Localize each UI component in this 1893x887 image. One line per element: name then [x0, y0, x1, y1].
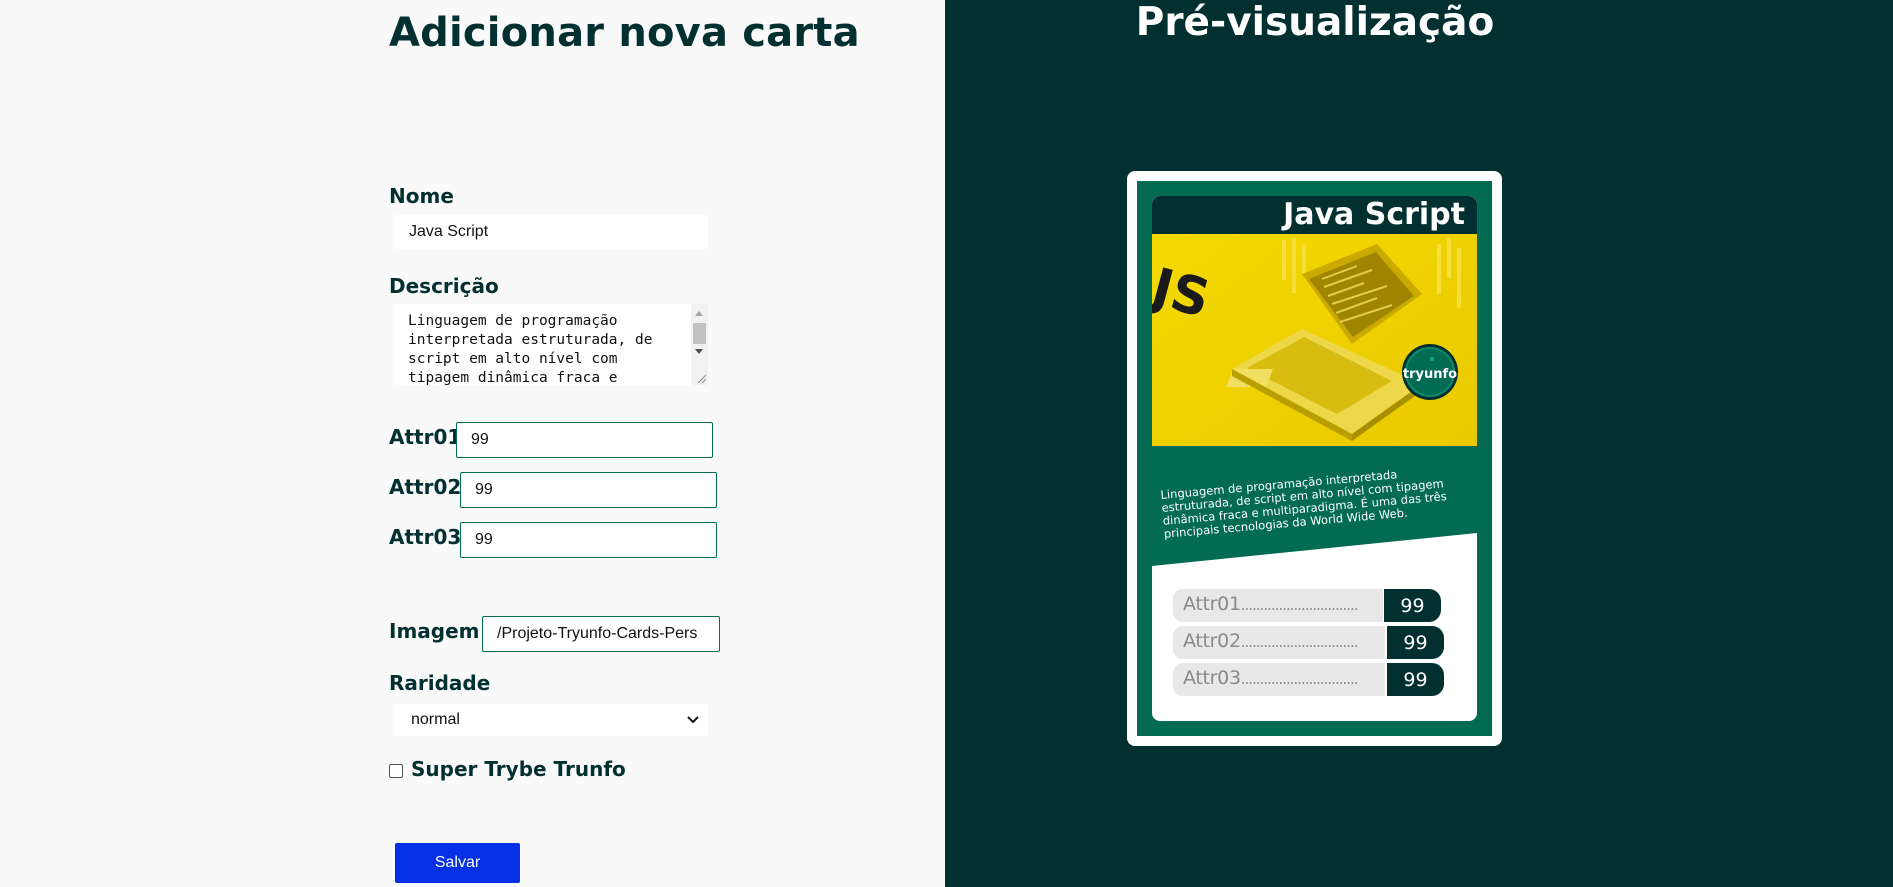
card-attr-dots: ...............................: [1240, 670, 1359, 688]
rarity-select[interactable]: normal: [395, 704, 708, 736]
rarity-selected-value: normal: [411, 711, 460, 728]
image-input[interactable]: [482, 616, 720, 652]
card-preview: Java Script JS tryunfo Linguagem de prog…: [1127, 171, 1502, 746]
card-attr-value: 99: [1387, 626, 1444, 659]
name-label: Nome: [389, 184, 454, 208]
tryunfo-badge: tryunfo: [1403, 367, 1457, 382]
rarity-label: Raridade: [389, 671, 491, 695]
attr2-label: Attr02: [389, 475, 462, 499]
attr2-input[interactable]: [460, 472, 717, 508]
card-frame: Java Script JS tryunfo Linguagem de prog…: [1137, 181, 1492, 736]
preview-title: Pré-visualização: [1135, 0, 1495, 45]
card-name: Java Script: [1283, 197, 1465, 232]
card-body: Java Script JS tryunfo Linguagem de prog…: [1152, 196, 1477, 721]
card-attr-dots: ...............................: [1240, 596, 1359, 614]
save-button[interactable]: Salvar: [395, 843, 520, 883]
card-image: JS tryunfo: [1152, 234, 1477, 481]
card-attr-row: Attr01............................... 99: [1173, 589, 1441, 622]
description-text: Linguagem de programação interpretada es…: [408, 313, 653, 385]
card-attr-dots: ...............................: [1240, 633, 1359, 651]
card-attr-row: Attr03............................... 99: [1173, 663, 1444, 696]
super-trunfo-checkbox[interactable]: [389, 764, 403, 778]
attr1-input[interactable]: [456, 422, 713, 458]
attr3-input[interactable]: [460, 522, 717, 558]
card-attr-label: Attr02: [1183, 630, 1241, 652]
description-textarea[interactable]: Linguagem de programação interpretada es…: [395, 304, 708, 385]
scroll-down-icon[interactable]: [695, 349, 703, 354]
card-attr-value: 99: [1384, 589, 1441, 622]
scroll-up-icon[interactable]: [695, 311, 703, 316]
super-trunfo-label: Super Trybe Trunfo: [411, 757, 626, 781]
card-name-bar: Java Script: [1152, 196, 1477, 234]
description-label: Descrição: [389, 274, 499, 298]
image-label: Imagem: [389, 619, 480, 643]
card-attr-label: Attr03: [1183, 667, 1241, 689]
attr3-label: Attr03: [389, 525, 462, 549]
scroll-thumb[interactable]: [693, 323, 706, 344]
name-input[interactable]: [395, 215, 708, 249]
card-attr-row: Attr02............................... 99: [1173, 626, 1444, 659]
resize-grip-icon[interactable]: [696, 373, 706, 383]
form-title: Adicionar nova carta: [389, 10, 860, 56]
card-attr-label: Attr01: [1183, 593, 1241, 615]
card-form: Adicionar nova carta Nome Descrição Ling…: [0, 0, 945, 887]
card-attr-value: 99: [1387, 663, 1444, 696]
attr1-label: Attr01: [389, 425, 462, 449]
chevron-down-icon: [687, 716, 699, 724]
